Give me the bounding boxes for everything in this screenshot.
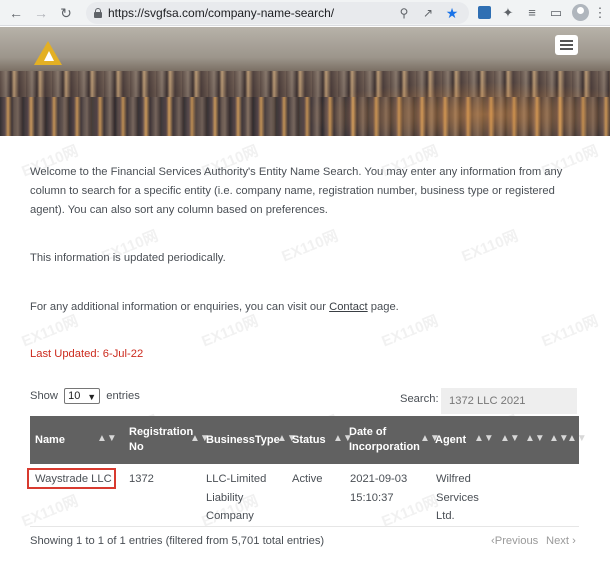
contact-line: For any additional information or enquir… bbox=[30, 301, 399, 313]
reading-list-icon[interactable]: ≡ bbox=[522, 3, 542, 23]
entries-label: entries bbox=[106, 389, 140, 402]
search-input[interactable]: 1372 LLC 2021 bbox=[441, 388, 577, 414]
reload-icon[interactable]: ↻ bbox=[56, 3, 76, 23]
forward-icon[interactable]: → bbox=[31, 3, 51, 23]
contact-suffix: page. bbox=[370, 301, 399, 313]
side-panel-icon[interactable]: ▭ bbox=[546, 3, 566, 23]
url-text: https://svgfsa.com/company-name-search/ bbox=[108, 6, 335, 20]
zoom-icon[interactable]: ⚲ bbox=[396, 5, 412, 21]
show-label: Show bbox=[30, 389, 58, 402]
bookmark-star-icon[interactable]: ★ bbox=[444, 5, 460, 21]
hero-banner bbox=[0, 27, 610, 136]
table-header: Name ▲▼ Registration No ▲▼ BusinessType … bbox=[30, 416, 587, 464]
puzzle-extensions-icon[interactable]: ✦ bbox=[498, 3, 518, 23]
highlight-box bbox=[27, 468, 116, 489]
fsa-logo-icon[interactable] bbox=[30, 37, 66, 69]
intro-paragraph: Welcome to the Financial Services Author… bbox=[30, 166, 563, 216]
more-menu-icon[interactable]: ⋮ bbox=[590, 3, 610, 23]
updated-note: This information is updated periodically… bbox=[30, 252, 226, 264]
profile-avatar[interactable] bbox=[572, 4, 589, 21]
back-icon[interactable]: ← bbox=[6, 3, 26, 23]
previous-button[interactable]: ‹Previous bbox=[491, 535, 538, 547]
cell-agent: Wilfred Services Ltd. bbox=[436, 473, 479, 522]
share-icon[interactable]: ↗ bbox=[420, 5, 436, 21]
column-header-business-type[interactable]: BusinessType bbox=[206, 416, 286, 464]
table-divider bbox=[30, 526, 579, 527]
column-header-agent[interactable]: Agent bbox=[435, 416, 475, 464]
extension-icon[interactable] bbox=[478, 6, 491, 19]
page-size-control: Show 10 ▼ entries bbox=[30, 388, 140, 404]
sort-icon[interactable]: ▲▼ bbox=[567, 433, 587, 445]
table-info: Showing 1 to 1 of 1 entries (filtered fr… bbox=[30, 535, 325, 547]
contact-prefix: For any additional information or enquir… bbox=[30, 301, 326, 313]
sort-icon[interactable]: ▲▼ bbox=[500, 433, 520, 445]
next-button[interactable]: Next › bbox=[546, 535, 576, 547]
column-header-registration[interactable]: Registration No bbox=[129, 416, 193, 464]
browser-toolbar: ← → ↻ https://svgfsa.com/company-name-se… bbox=[0, 0, 610, 26]
last-updated: Last Updated: 6-Jul-22 bbox=[30, 348, 144, 360]
column-header-date[interactable]: Date of Incorporation bbox=[349, 416, 423, 464]
cell-registration-no: 1372 bbox=[129, 473, 154, 485]
lock-icon bbox=[94, 8, 102, 18]
chevron-down-icon: ▼ bbox=[87, 392, 97, 402]
hamburger-menu-icon[interactable] bbox=[555, 35, 578, 55]
cell-status: Active bbox=[292, 473, 323, 485]
contact-link[interactable]: Contact bbox=[329, 301, 368, 313]
cell-date: 2021-09-03 15:10:37 bbox=[350, 473, 408, 504]
sort-icon[interactable]: ▲▼ bbox=[549, 433, 569, 445]
sort-icon[interactable]: ▲▼ bbox=[474, 433, 494, 445]
search-label: Search: bbox=[400, 393, 439, 405]
cell-business-type: LLC-Limited Liability Company bbox=[206, 473, 267, 522]
page-size-select[interactable]: 10 ▼ bbox=[64, 388, 101, 404]
sort-icon[interactable]: ▲▼ bbox=[97, 433, 117, 445]
sort-icon[interactable]: ▲▼ bbox=[525, 433, 545, 445]
address-bar[interactable]: https://svgfsa.com/company-name-search/ … bbox=[86, 2, 469, 24]
page-size-value: 10 bbox=[68, 390, 81, 402]
